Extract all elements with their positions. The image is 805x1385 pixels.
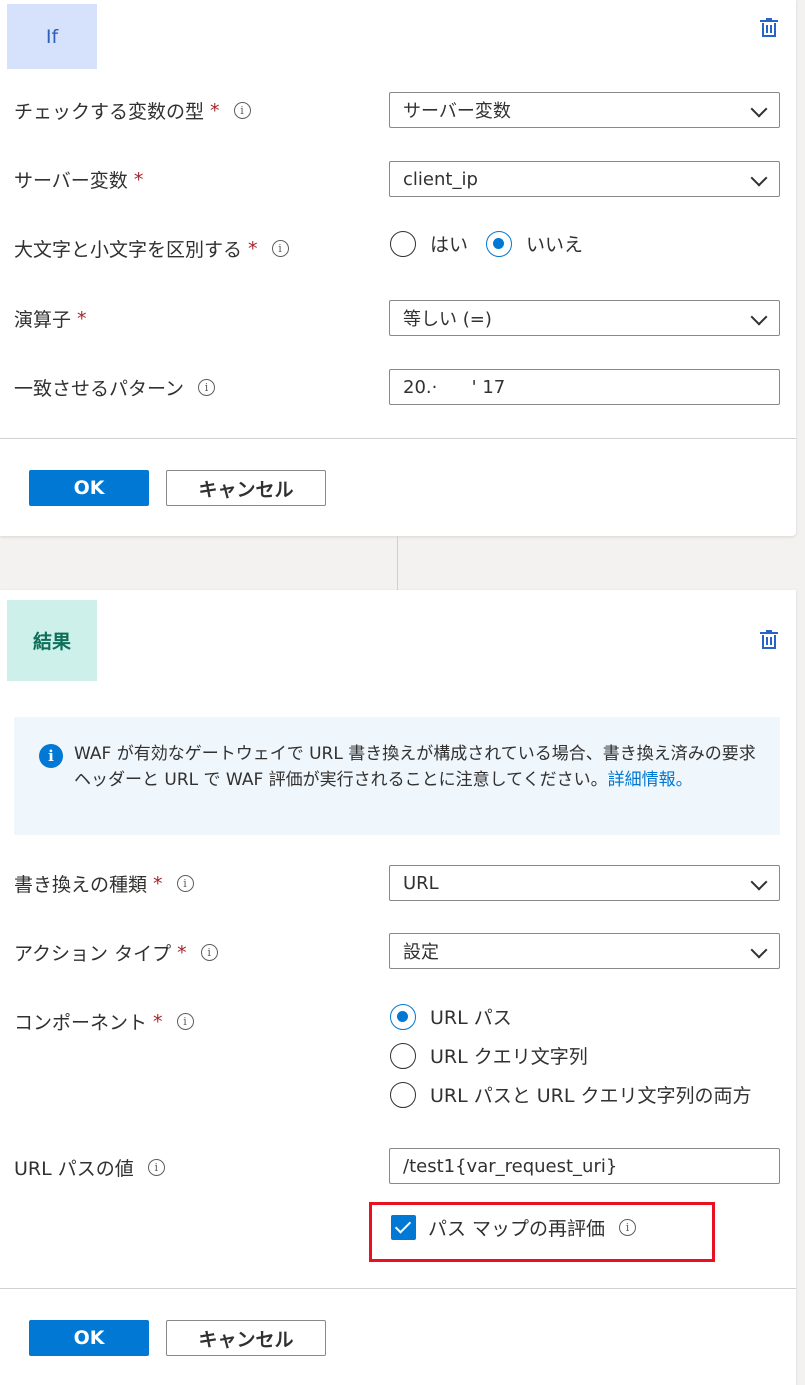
info-icon: i [39, 744, 63, 768]
info-icon[interactable]: i [619, 1219, 637, 1236]
server-variable-label: サーバー変数 * [14, 168, 144, 193]
case-sensitive-label: 大文字と小文字を区別する * i [14, 235, 289, 262]
learn-more-link[interactable]: 詳細情報。 [608, 770, 693, 790]
info-icon[interactable]: i [198, 379, 216, 396]
trash-icon[interactable] [760, 18, 778, 38]
variable-type-dropdown[interactable]: サーバー変数 [389, 92, 780, 128]
info-icon[interactable]: i [271, 240, 289, 257]
ok-button[interactable]: OK [29, 1320, 149, 1356]
component-query-string-radio[interactable]: URL クエリ文字列 [390, 1042, 588, 1069]
case-sensitive-yes-radio[interactable]: はい [390, 230, 468, 257]
pattern-input[interactable]: 20.· ' 17 [389, 369, 780, 405]
chevron-down-icon [750, 941, 768, 959]
info-icon[interactable]: i [147, 1159, 165, 1176]
operator-label: 演算子 * [14, 307, 87, 332]
waf-info-bar: i WAF が有効なゲートウェイで URL 書き換えが構成されている場合、書き換… [14, 717, 780, 835]
rewrite-type-dropdown[interactable]: URL [389, 865, 780, 901]
info-icon[interactable]: i [200, 944, 218, 961]
result-card: 結果 i WAF が有効なゲートウェイで URL 書き換えが構成されている場合、… [0, 590, 796, 1385]
component-url-path-radio[interactable]: URL パス [390, 1003, 512, 1030]
divider [0, 1288, 796, 1289]
chevron-down-icon [750, 308, 768, 326]
server-variable-dropdown[interactable]: client_ip [389, 161, 780, 197]
action-type-dropdown[interactable]: 設定 [389, 933, 780, 969]
variable-type-label: チェックする変数の型 * i [14, 97, 251, 124]
rewrite-type-label: 書き換えの種類 * i [14, 870, 194, 897]
component-label: コンポーネント * i [14, 1008, 194, 1035]
if-tag: If [7, 4, 97, 69]
pattern-label: 一致させるパターン i [14, 374, 216, 401]
component-both-radio[interactable]: URL パスと URL クエリ文字列の両方 [390, 1081, 752, 1108]
trash-icon[interactable] [760, 630, 778, 650]
checkmark-icon [391, 1215, 416, 1240]
url-path-value-input[interactable]: /test1{var_request_uri} [389, 1148, 780, 1184]
url-path-value-label: URL パスの値 i [14, 1154, 165, 1181]
result-tag: 結果 [7, 600, 97, 681]
chevron-down-icon [750, 100, 768, 118]
divider [0, 438, 796, 439]
cancel-button[interactable]: キャンセル [166, 470, 326, 506]
if-condition-card: If チェックする変数の型 * i サーバー変数 サーバー変数 * client_i… [0, 0, 796, 536]
operator-dropdown[interactable]: 等しい (=) [389, 300, 780, 336]
connector-line [397, 536, 398, 590]
info-icon[interactable]: i [233, 102, 251, 119]
action-type-label: アクション タイプ * i [14, 939, 218, 966]
case-sensitive-no-radio[interactable]: いいえ [486, 230, 583, 257]
reevaluate-path-map-checkbox[interactable]: パス マップの再評価 i [391, 1214, 637, 1241]
info-icon[interactable]: i [176, 1013, 194, 1030]
chevron-down-icon [750, 169, 768, 187]
chevron-down-icon [750, 873, 768, 891]
info-icon[interactable]: i [176, 875, 194, 892]
ok-button[interactable]: OK [29, 470, 149, 506]
cancel-button[interactable]: キャンセル [166, 1320, 326, 1356]
